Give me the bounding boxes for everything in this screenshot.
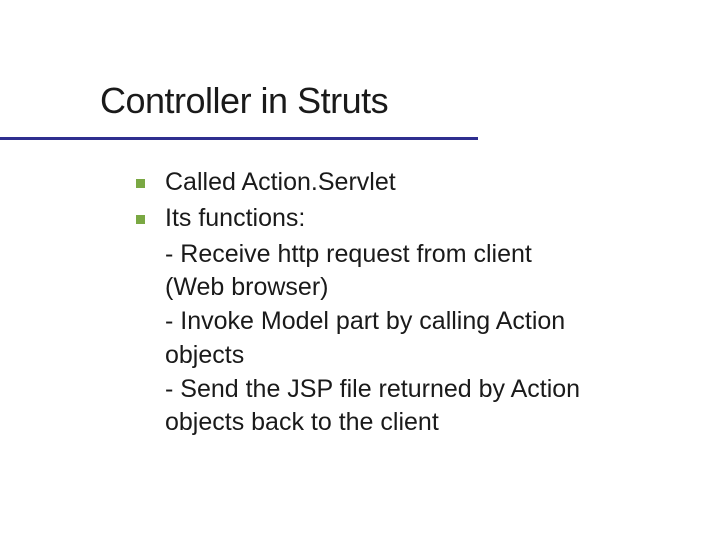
square-bullet-icon — [136, 215, 145, 224]
sub-line: - Invoke Model part by calling Action — [136, 305, 630, 339]
slide-title: Controller in Struts — [100, 80, 630, 122]
sub-line: objects back to the client — [136, 406, 630, 440]
slide-container: Controller in Struts Called Action.Servl… — [0, 0, 720, 440]
bullet-item: Called Action.Servlet — [136, 166, 630, 200]
square-bullet-icon — [136, 179, 145, 188]
bullet-text: Its functions: — [165, 202, 630, 236]
title-underline — [0, 137, 478, 140]
sub-line: (Web browser) — [136, 271, 630, 305]
sub-line: - Receive http request from client — [136, 238, 630, 272]
slide-content: Called Action.Servlet Its functions: - R… — [100, 150, 630, 440]
sub-line: objects — [136, 339, 630, 373]
bullet-text: Called Action.Servlet — [165, 166, 630, 200]
bullet-item: Its functions: — [136, 202, 630, 236]
sub-line: - Send the JSP file returned by Action — [136, 373, 630, 407]
